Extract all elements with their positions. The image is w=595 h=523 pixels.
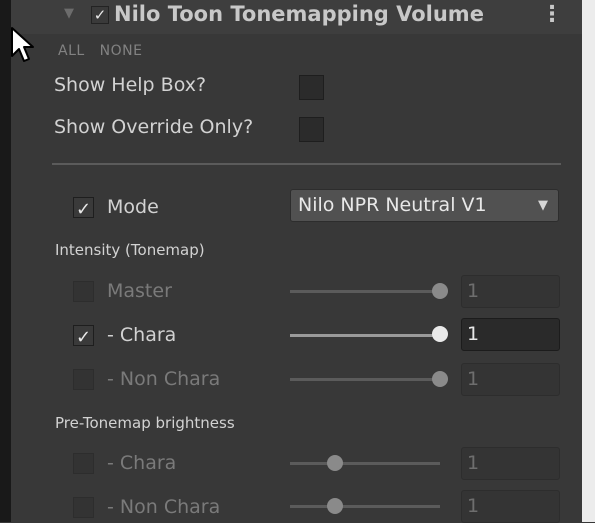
kebab-menu-icon[interactable]: ⋮	[541, 2, 563, 27]
pre-non-chara-label: - Non Chara	[107, 496, 221, 518]
chara-override-checkbox[interactable]: ✓	[73, 325, 94, 348]
pre-non-chara-slider-track[interactable]	[290, 505, 440, 508]
pre-chara-label: - Chara	[107, 452, 177, 474]
master-slider-track[interactable]	[290, 290, 440, 293]
master-slider-thumb[interactable]	[432, 283, 448, 299]
pre-non-chara-override-checkbox[interactable]	[73, 497, 94, 518]
none-link[interactable]: NONE	[100, 43, 143, 59]
mode-dropdown-value: Nilo NPR Neutral V1	[298, 194, 487, 216]
mouse-pointer-icon	[11, 27, 34, 62]
show-help-box-checkbox[interactable]	[299, 75, 324, 100]
show-override-only-checkbox[interactable]	[299, 117, 324, 142]
non-chara-slider-track[interactable]	[290, 378, 440, 381]
master-override-checkbox[interactable]	[73, 281, 94, 302]
pre-chara-value-field[interactable]: 1	[461, 447, 560, 480]
override-toggle-links: ALL NONE	[58, 43, 152, 59]
component-header[interactable]: ▼ ✓ Nilo Toon Tonemapping Volume ⋮	[11, 0, 582, 34]
chara-slider-track[interactable]	[290, 334, 440, 337]
pre-non-chara-slider-thumb[interactable]	[327, 498, 343, 514]
mode-override-checkbox[interactable]: ✓	[73, 197, 94, 220]
master-label: Master	[107, 280, 172, 302]
volume-component-panel: ▼ ✓ Nilo Toon Tonemapping Volume ⋮ ALL N…	[11, 0, 582, 523]
chevron-down-icon: ▼	[538, 198, 548, 213]
show-override-only-label: Show Override Only?	[54, 116, 254, 138]
mode-dropdown[interactable]: Nilo NPR Neutral V1 ▼	[290, 189, 559, 222]
master-value-field[interactable]: 1	[461, 275, 560, 308]
pre-non-chara-value-field[interactable]: 1	[461, 490, 560, 523]
pre-chara-override-checkbox[interactable]	[73, 453, 94, 474]
window-edge-right	[582, 0, 595, 522]
foldout-arrow-icon[interactable]: ▼	[64, 6, 74, 21]
non-chara-slider-thumb[interactable]	[432, 371, 448, 387]
intensity-section-heading: Intensity (Tonemap)	[55, 241, 205, 259]
chara-label: - Chara	[107, 324, 177, 346]
non-chara-value-field[interactable]: 1	[461, 363, 560, 396]
all-link[interactable]: ALL	[58, 43, 85, 59]
component-title: Nilo Toon Tonemapping Volume	[114, 2, 484, 26]
pre-tonemap-section-heading: Pre-Tonemap brightness	[55, 414, 235, 432]
pre-chara-slider-thumb[interactable]	[327, 455, 343, 471]
pre-chara-slider-track[interactable]	[290, 462, 440, 465]
non-chara-override-checkbox[interactable]	[73, 369, 94, 390]
divider	[52, 163, 561, 165]
component-enabled-checkbox[interactable]: ✓	[91, 6, 109, 24]
show-help-box-label: Show Help Box?	[54, 74, 207, 96]
chara-slider-thumb[interactable]	[432, 326, 448, 342]
window-edge-left	[0, 0, 11, 522]
mode-label: Mode	[107, 196, 159, 218]
chara-value-field[interactable]: 1	[461, 318, 560, 351]
non-chara-label: - Non Chara	[107, 368, 221, 390]
